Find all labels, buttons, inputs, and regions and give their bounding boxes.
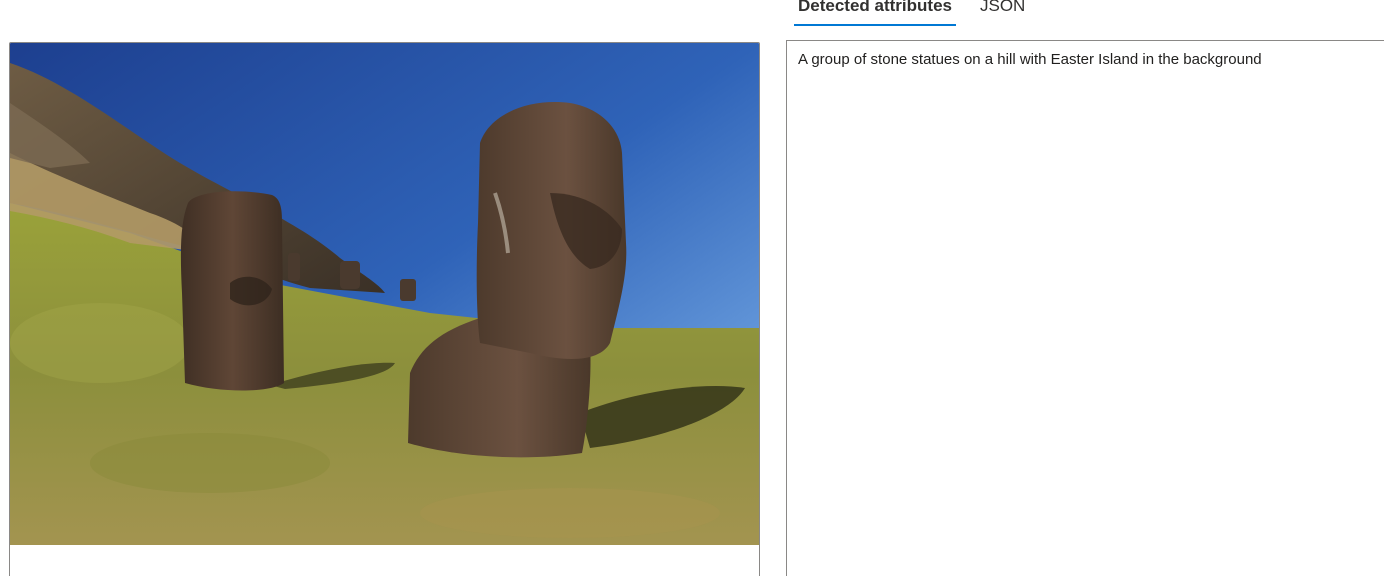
- tab-json[interactable]: JSON: [976, 0, 1029, 27]
- page: Detected attributes JSON A group of ston…: [0, 0, 1384, 576]
- result-tabs: Detected attributes JSON: [794, 0, 1049, 27]
- image-caption: A group of stone statues on a hill with …: [798, 51, 1262, 68]
- detected-attributes-panel: A group of stone statues on a hill with …: [786, 40, 1384, 576]
- analyzed-image-panel: [9, 42, 760, 576]
- tab-detected-attributes[interactable]: Detected attributes: [794, 0, 956, 27]
- tab-label: Detected attributes: [798, 0, 952, 15]
- analyzed-image: [10, 43, 759, 545]
- tab-label: JSON: [979, 0, 1026, 15]
